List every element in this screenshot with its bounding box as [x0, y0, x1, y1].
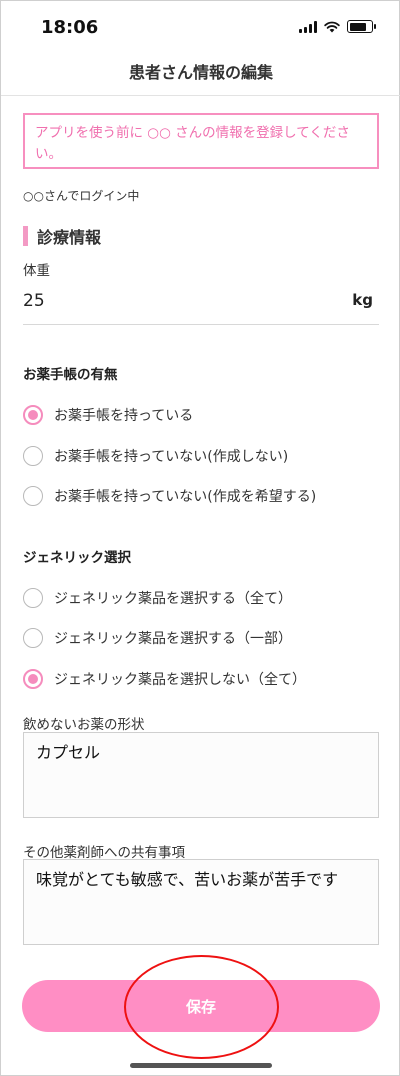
registration-notice: アプリを使う前に ○○ さんの情報を登録してください。: [23, 113, 379, 169]
weight-label: 体重: [23, 263, 50, 279]
screen-frame: 18:06 患者さん情報の編集 アプリを使う前に ○○ さんの情報を登録してくだ…: [0, 0, 400, 1076]
radio-unchecked-icon[interactable]: [23, 446, 43, 466]
radio-label: お薬手帳を持っている: [54, 408, 194, 424]
status-time: 18:06: [41, 17, 99, 38]
generic-option-partial[interactable]: ジェネリック薬品を選択する（一部）: [23, 626, 292, 650]
section-heading: 診療情報: [23, 225, 101, 247]
section-title: 診療情報: [37, 228, 102, 247]
medicine-notebook-label: お薬手帳の有無: [23, 367, 118, 383]
generic-option-none[interactable]: ジェネリック薬品を選択しない（全て）: [23, 667, 306, 691]
status-bar: 18:06: [1, 1, 400, 55]
pharmacist-notes-label: その他薬剤師への共有事項: [23, 845, 185, 861]
login-status: ○○さんでログイン中: [23, 189, 140, 203]
header-divider: [1, 95, 400, 96]
radio-unchecked-icon[interactable]: [23, 628, 43, 648]
medicine-form-label: 飲めないお薬の形状: [23, 717, 145, 733]
weight-field[interactable]: 25 kg: [23, 285, 379, 325]
status-icons: [299, 20, 376, 33]
pharmacist-notes-textarea[interactable]: 味覚がとても敏感で、苦いお薬が苦手です: [23, 859, 379, 945]
generic-label: ジェネリック選択: [23, 550, 131, 566]
section-accent-bar: [23, 226, 28, 246]
radio-unchecked-icon[interactable]: [23, 486, 43, 506]
wifi-icon: [324, 21, 340, 32]
medicine-notebook-option-none-create[interactable]: お薬手帳を持っていない(作成を希望する): [23, 484, 316, 508]
radio-checked-icon[interactable]: [23, 669, 43, 689]
radio-unchecked-icon[interactable]: [23, 588, 43, 608]
medicine-notebook-option-have[interactable]: お薬手帳を持っている: [23, 403, 193, 427]
cellular-signal-icon: [299, 20, 317, 33]
medicine-notebook-option-none-no-create[interactable]: お薬手帳を持っていない(作成しない): [23, 444, 288, 468]
weight-value[interactable]: 25: [23, 291, 45, 311]
radio-label: ジェネリック薬品を選択する（全て）: [54, 591, 292, 607]
weight-unit: kg: [352, 291, 373, 309]
save-button-label: 保存: [185, 997, 216, 1016]
radio-label: ジェネリック薬品を選択する（一部）: [54, 631, 292, 647]
page-title: 患者さん情報の編集: [128, 63, 273, 82]
radio-label: ジェネリック薬品を選択しない（全て）: [54, 672, 306, 688]
home-indicator: [130, 1063, 272, 1068]
medicine-form-textarea[interactable]: カプセル: [23, 732, 379, 818]
radio-label: お薬手帳を持っていない(作成を希望する): [54, 489, 317, 505]
radio-checked-icon[interactable]: [23, 405, 43, 425]
battery-icon: [347, 20, 376, 33]
radio-label: お薬手帳を持っていない(作成しない): [54, 449, 289, 465]
generic-option-all[interactable]: ジェネリック薬品を選択する（全て）: [23, 586, 292, 610]
save-button[interactable]: 保存: [22, 980, 380, 1032]
